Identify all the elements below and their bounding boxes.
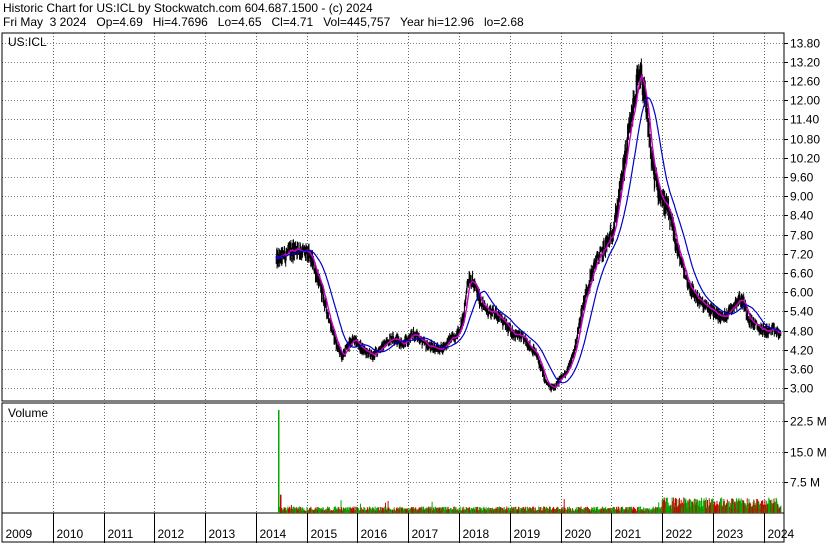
- price-tick-label: 9.00: [790, 190, 814, 204]
- year-tick-label: 2012: [158, 527, 185, 541]
- price-tick-label: 9.60: [790, 171, 814, 185]
- year-tick-label: 2021: [615, 527, 642, 541]
- price-tick-label: 10.80: [790, 133, 820, 147]
- volume-bars-group: [279, 497, 782, 513]
- historic-chart: 2009 2010 2011 2012 2013 2014 2015 2016 2017 2018…: [1, 32, 827, 543]
- year-tick-label: 2014: [260, 527, 287, 541]
- price-tick-label: 4.80: [790, 325, 814, 339]
- volume-tick-label: 15.0 M: [790, 446, 827, 460]
- price-tick-label: 3.60: [790, 363, 814, 377]
- price-tick-label: 13.80: [790, 37, 820, 51]
- year-tick-label: 2015: [311, 527, 338, 541]
- price-tick-label: 7.20: [790, 248, 814, 262]
- price-tick-label: 12.00: [790, 94, 820, 108]
- price-tick-label: 3.00: [790, 382, 814, 396]
- year-tick-label: 2017: [412, 527, 439, 541]
- year-tick-label: 2011: [108, 527, 134, 541]
- year-tick-label: 2023: [717, 527, 744, 541]
- price-tick-label: 11.40: [790, 113, 819, 127]
- year-tick-label: 2022: [666, 527, 693, 541]
- price-tick-label: 5.40: [790, 305, 814, 319]
- year-tick-label: 2024: [768, 527, 795, 541]
- volume-panel-label: Volume: [8, 406, 48, 420]
- price-tick-label: 13.20: [790, 56, 820, 70]
- year-tick-label: 2013: [209, 527, 236, 541]
- price-tick-label: 10.20: [790, 152, 820, 166]
- price-tick-label: 4.20: [790, 344, 814, 358]
- year-tick-label: 2018: [463, 527, 490, 541]
- year-tick-label: 2010: [57, 527, 84, 541]
- price-panel-label: US:ICL: [8, 35, 47, 49]
- price-tick-label: 6.60: [790, 267, 814, 281]
- price-tick-label: 8.40: [790, 209, 814, 223]
- year-tick-label: 2020: [565, 527, 592, 541]
- price-tick-label: 6.00: [790, 286, 814, 300]
- volume-tick-label: 22.5 M: [790, 415, 827, 429]
- year-tick-label: 2016: [361, 527, 388, 541]
- volume-panel-frame: [1, 402, 785, 514]
- year-tick-label: 2009: [6, 527, 33, 541]
- volume-tick-label: 7.5 M: [790, 476, 820, 490]
- price-tick-label: 7.80: [790, 229, 814, 243]
- year-tick-label: 2019: [514, 527, 541, 541]
- price-tick-label: 12.60: [790, 75, 820, 89]
